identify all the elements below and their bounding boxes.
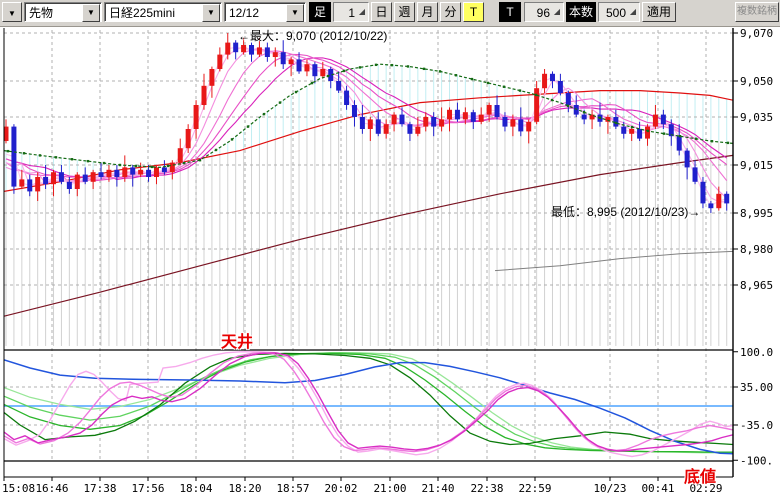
chevron-down-icon[interactable]: ▼: [286, 4, 304, 22]
price-chart-canvas[interactable]: 9,070 9,050 9,035 9,015 8,995 8,980 8,965 100.0…: [0, 0, 780, 500]
chevron-down-icon: ▼: [8, 9, 16, 18]
instrument-type-value: 先物: [29, 4, 53, 22]
svg-text:35.00: 35.00: [740, 381, 773, 394]
bar-interval-value: 1: [348, 4, 355, 22]
bar-interval-input[interactable]: 1 ◢: [333, 2, 369, 22]
svg-text:100.0: 100.0: [740, 346, 773, 359]
bar-count-label: 本数: [566, 2, 596, 22]
svg-text:00:41: 00:41: [641, 482, 674, 495]
svg-text:21:00: 21:00: [373, 482, 406, 495]
chevron-down-icon[interactable]: ▼: [82, 4, 100, 22]
timeframe-day-button[interactable]: 日: [371, 2, 392, 22]
tick-count-label: T: [499, 2, 521, 22]
svg-text:9,015: 9,015: [740, 159, 773, 172]
timeframe-tick-button[interactable]: T: [463, 2, 484, 22]
timeframe-month-button[interactable]: 月: [417, 2, 438, 22]
svg-text:21:40: 21:40: [421, 482, 454, 495]
spinner-icon[interactable]: ◢: [552, 6, 562, 18]
bar-type-label: 足: [309, 2, 331, 22]
svg-text:10/23: 10/23: [593, 482, 626, 495]
bar-count-value: 500: [606, 4, 626, 22]
chart-options-dropdown-button[interactable]: ▼: [2, 2, 22, 22]
svg-text:16:46: 16:46: [35, 482, 68, 495]
contract-month-select[interactable]: 12/12 ▼: [224, 2, 306, 22]
toolbar: ▼ 先物 ▼ 日経225mini ▼ 12/12 ▼ 足 1 ◢ 日 週 月 分…: [0, 0, 780, 27]
svg-text:18:57: 18:57: [276, 482, 309, 495]
svg-text:9,035: 9,035: [740, 111, 773, 124]
svg-text:9,050: 9,050: [740, 75, 773, 88]
bar-count-input[interactable]: 500 ◢: [598, 2, 640, 22]
svg-text:8,980: 8,980: [740, 243, 773, 256]
svg-text:22:38: 22:38: [470, 482, 503, 495]
svg-text:22:59: 22:59: [518, 482, 551, 495]
bottom-signal-label: 底値: [684, 463, 716, 487]
svg-text:17:56: 17:56: [131, 482, 164, 495]
tick-count-input[interactable]: 96 ◢: [524, 2, 564, 22]
svg-text:9,070: 9,070: [740, 27, 773, 40]
contract-month-value: 12/12: [229, 4, 259, 22]
apply-button[interactable]: 適用: [642, 2, 676, 22]
min-price-annotation: 最低：8,995 (2012/10/23)→: [551, 203, 700, 220]
svg-text:15:08: 15:08: [2, 482, 35, 495]
max-price-annotation: ←最大：9,070 (2012/10/22): [238, 27, 387, 44]
multi-symbol-button-label: 複数銘柄: [737, 6, 777, 17]
svg-text:17:38: 17:38: [83, 482, 116, 495]
multi-symbol-button[interactable]: 複数銘柄: [735, 2, 779, 22]
spinner-icon[interactable]: ◢: [628, 6, 638, 18]
tick-count-value: 96: [537, 4, 550, 22]
timeframe-week-button[interactable]: 週: [394, 2, 415, 22]
symbol-value: 日経225mini: [109, 4, 175, 22]
chart-app-window: 9,070 9,050 9,035 9,015 8,995 8,980 8,965 100.0…: [0, 0, 780, 500]
svg-text:-100.: -100.: [740, 454, 773, 467]
svg-text:8,995: 8,995: [740, 207, 773, 220]
svg-text:18:04: 18:04: [179, 482, 212, 495]
svg-text:8,965: 8,965: [740, 279, 773, 292]
chevron-down-icon[interactable]: ▼: [202, 4, 220, 22]
instrument-type-select[interactable]: 先物 ▼: [24, 2, 102, 22]
symbol-select[interactable]: 日経225mini ▼: [104, 2, 222, 22]
svg-text:-35.0: -35.0: [740, 419, 773, 432]
ceiling-signal-label: 天井: [221, 328, 253, 352]
svg-text:20:02: 20:02: [324, 482, 357, 495]
svg-text:18:20: 18:20: [228, 482, 261, 495]
spinner-icon[interactable]: ◢: [357, 6, 367, 18]
timeframe-minute-button[interactable]: 分: [440, 2, 461, 22]
